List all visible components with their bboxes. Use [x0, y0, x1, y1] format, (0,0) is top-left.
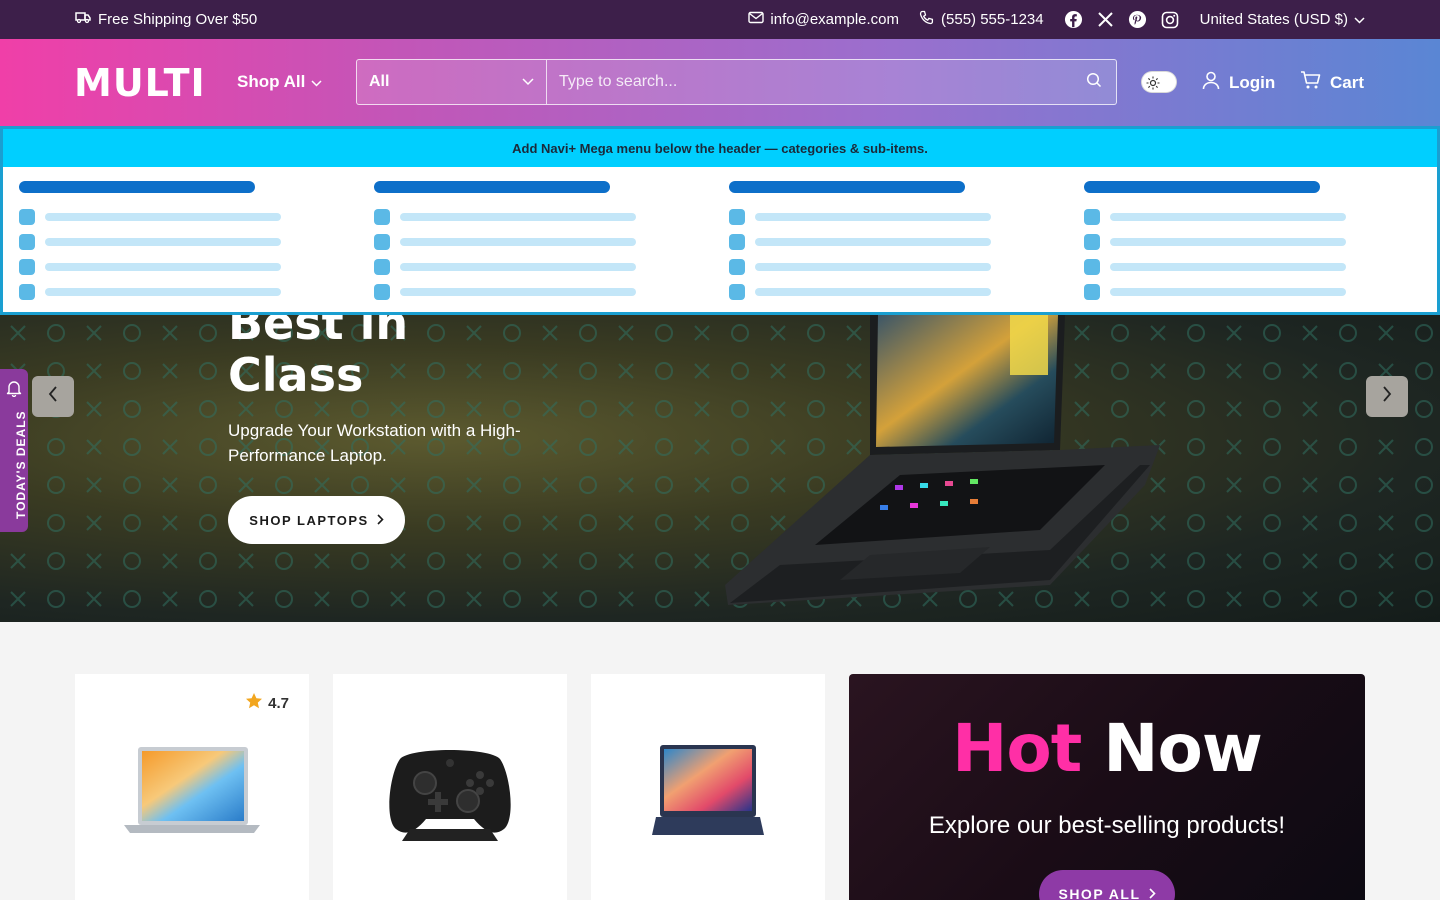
hero-heading: Best in Class — [228, 315, 408, 401]
logo[interactable]: MULTI — [74, 61, 206, 105]
search-button[interactable] — [1072, 60, 1116, 104]
chevron-right-icon — [1148, 886, 1156, 900]
promo-title: Hot Now — [849, 710, 1365, 787]
login-link[interactable]: Login — [1201, 70, 1275, 95]
shop-all-button-label: SHOP ALL — [1058, 886, 1141, 900]
product-rating: 4.7 — [245, 692, 289, 714]
sun-icon — [1145, 75, 1161, 91]
hero-heading-line1: Best in — [228, 315, 409, 350]
laptop-image — [124, 747, 260, 833]
mega-menu-column — [1084, 181, 1348, 304]
user-icon — [1201, 70, 1221, 95]
truck-icon — [75, 10, 91, 28]
search-icon — [1086, 72, 1102, 93]
chevron-down-icon — [1354, 11, 1365, 28]
rating-value: 4.7 — [268, 694, 289, 712]
region-text: United States (USD $) — [1199, 11, 1348, 28]
hero-subtitle: Upgrade Your Workstation with a High-Per… — [228, 421, 521, 465]
email-link[interactable]: info@example.com — [748, 11, 899, 28]
phone-icon — [919, 10, 935, 30]
bell-icon — [5, 379, 23, 402]
pinterest-icon[interactable] — [1128, 10, 1148, 30]
top-bar: Free Shipping Over $50 info@example.com … — [0, 0, 1440, 39]
free-shipping-notice: Free Shipping Over $50 — [75, 10, 257, 28]
login-label: Login — [1229, 72, 1276, 92]
shop-laptops-button[interactable]: SHOP LAPTOPS — [228, 496, 405, 544]
chevron-right-icon — [1382, 386, 1392, 407]
hero-banner: Best in Class Upgrade Your Workstation w… — [0, 315, 1440, 622]
todays-deals-label: TODAY'S DEALS — [14, 410, 28, 519]
chevron-left-icon — [48, 386, 58, 407]
todays-deals-tab[interactable]: TODAY'S DEALS — [0, 369, 28, 532]
region-selector[interactable]: United States (USD $) — [1200, 11, 1365, 28]
chevron-down-icon — [522, 73, 534, 91]
mega-menu-placeholder: Add Navi+ Mega menu below the header — c… — [0, 126, 1440, 315]
phone-text: (555) 555-1234 — [941, 11, 1044, 28]
phone-link[interactable]: (555) 555-1234 — [919, 10, 1044, 30]
hero-heading-line2: Class — [228, 348, 364, 402]
search-category-select[interactable]: All — [357, 60, 547, 104]
shop-all-label: Shop All — [237, 72, 306, 91]
star-icon — [245, 692, 263, 714]
product-card[interactable]: 4.7 — [75, 674, 309, 900]
laptop-image — [652, 745, 764, 835]
theme-toggle[interactable] — [1141, 71, 1177, 93]
email-text: info@example.com — [770, 11, 900, 28]
shop-all-menu[interactable]: Shop All — [237, 72, 322, 92]
facebook-icon[interactable] — [1064, 10, 1084, 30]
promo-title-part1: Hot — [952, 710, 1082, 787]
mega-menu-column — [374, 181, 638, 304]
product-card[interactable] — [333, 674, 567, 900]
search-input[interactable] — [547, 60, 1072, 104]
main-header: MULTI Shop All All Login — [0, 39, 1440, 126]
chevron-right-icon — [377, 513, 384, 528]
cart-link[interactable]: Cart — [1300, 70, 1364, 95]
x-icon[interactable] — [1096, 10, 1116, 30]
hero-next-button[interactable] — [1366, 376, 1408, 417]
game-controller-image — [389, 750, 511, 841]
hot-now-promo: Hot Now Explore our best-selling product… — [849, 674, 1365, 900]
product-card[interactable] — [591, 674, 825, 900]
instagram-icon[interactable] — [1160, 10, 1180, 30]
mega-menu-column — [19, 181, 283, 304]
hero-prev-button[interactable] — [32, 376, 74, 417]
cart-label: Cart — [1330, 72, 1365, 92]
free-shipping-text: Free Shipping Over $50 — [98, 10, 258, 28]
promo-subtitle: Explore our best-selling products! — [928, 812, 1286, 839]
shop-laptops-label: SHOP LAPTOPS — [249, 512, 369, 528]
search-category-value: All — [369, 73, 390, 90]
search-bar: All — [356, 59, 1117, 105]
promo-title-part2: Now — [1103, 710, 1263, 787]
mail-icon — [748, 11, 765, 28]
shop-all-button[interactable]: SHOP ALL — [1039, 870, 1175, 900]
chevron-down-icon — [311, 72, 322, 92]
mega-menu-column — [729, 181, 993, 304]
mega-menu-notice: Add Navi+ Mega menu below the header — c… — [3, 129, 1437, 167]
laptop-image — [725, 315, 1160, 605]
cart-icon — [1300, 70, 1322, 95]
